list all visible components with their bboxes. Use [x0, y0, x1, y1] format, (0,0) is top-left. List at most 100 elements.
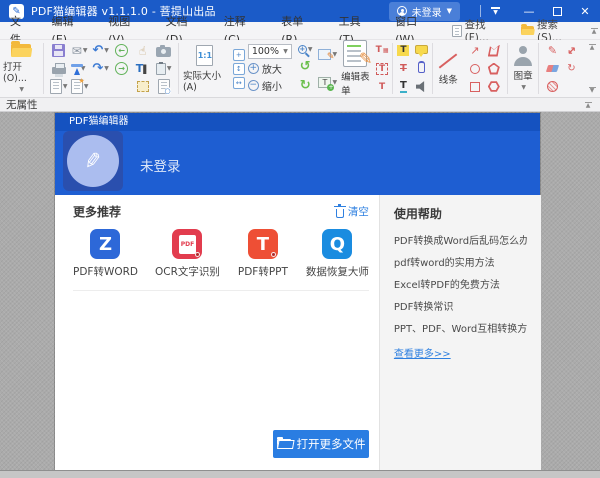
highlight-text-button[interactable]: T	[397, 45, 409, 56]
app-icon-glyph: T	[257, 234, 269, 255]
app-tile[interactable]: T PDF转PPT	[237, 229, 289, 279]
actual-size-label: 实际大小(A)	[183, 68, 227, 93]
paste-button[interactable]: ▼	[156, 63, 172, 75]
menubar-scroll-icon[interactable]: ▲	[588, 28, 600, 34]
banner-login-status[interactable]: 未登录	[140, 155, 181, 175]
edit-form-label: 编辑表单	[341, 69, 370, 97]
help-link[interactable]: PPT、PDF、Word互相转换方法	[394, 320, 527, 335]
text-box-button[interactable]: T	[376, 63, 388, 75]
actual-size-button[interactable]: 1:1 实际大小(A)	[183, 45, 227, 93]
toolbar-grid: ✉▼ ↶▼ ← ☝ ▼ ↷▼ → T ▼ ▼ ▼	[48, 42, 174, 96]
add-text-button[interactable]: T▼	[318, 77, 337, 88]
comment-group	[412, 40, 431, 97]
clear-button[interactable]: 清空	[336, 204, 369, 219]
hand-tool-button[interactable]: ☝	[139, 44, 146, 58]
collapse-arrow-icon: ▼	[493, 10, 498, 15]
marquee-zoom-button[interactable]: +▼	[298, 45, 313, 54]
text-markup-group: T T T	[394, 40, 412, 97]
avatar[interactable]: ✎	[63, 131, 123, 191]
pencil-draw-button[interactable]: ✎	[548, 45, 557, 57]
new-doc-button[interactable]: ▼	[71, 79, 89, 94]
redo-button[interactable]: ↷▼	[92, 63, 109, 75]
add-text-icon: T	[318, 77, 331, 88]
select-area-button[interactable]	[137, 81, 149, 92]
actual-size-group: 1:1 实际大小(A)	[180, 40, 230, 97]
app-tile[interactable]: Z PDF转WORD	[73, 229, 138, 279]
toolbar-scroll-up-icon[interactable]: ▲	[586, 44, 598, 50]
circle-shape-button[interactable]	[470, 64, 480, 74]
help-links: PDF转换成Word后乱码怎么办 pdf转word的实用方法 Excel转PDF的免…	[394, 232, 527, 335]
help-link[interactable]: pdf转word的实用方法	[394, 254, 527, 269]
eraser-button[interactable]	[546, 65, 559, 72]
underline-text-button[interactable]: T	[400, 81, 407, 93]
stamp-person-icon	[512, 46, 534, 66]
help-more-link[interactable]: 查看更多>>	[394, 345, 451, 360]
zoom-in-button[interactable]: + 放大	[248, 61, 292, 76]
open-button[interactable]: 打开(O)... ▼	[3, 44, 39, 93]
stamp-button[interactable]: 图章 ▼	[512, 46, 534, 91]
rotate-cw-button[interactable]: ↻	[300, 80, 311, 92]
zoom-value: 100%	[252, 46, 279, 57]
propsbar-collapse-icon[interactable]: ▲	[582, 102, 594, 108]
help-link[interactable]: PDF转换成Word后乱码怎么办	[394, 232, 527, 247]
toolbar: 打开(O)... ▼ ✉▼ ↶▼ ← ☝ ▼ ↷▼ → T ▼ ▼ ▼	[0, 40, 600, 98]
toolbar-scroll-down-icon[interactable]: ▼	[586, 87, 598, 93]
polygon-shape-button[interactable]	[488, 81, 500, 93]
help-link[interactable]: Excel转PDF的免费方法	[394, 276, 527, 291]
select-text-button[interactable]: T	[136, 62, 150, 75]
doc-search-button[interactable]	[158, 79, 170, 94]
menubar: 文件编辑(E)视图(V)文档(D)注释(C)表单(R)工具(T)窗口(W) 查找…	[0, 22, 600, 40]
app-tile[interactable]: PDF OCR文字识别	[155, 229, 220, 279]
document-area: PDF猫编辑器 ✎ 未登录 更多推荐 清空	[0, 112, 600, 470]
section-divider	[73, 290, 369, 291]
fit-width-icon[interactable]: +	[233, 49, 245, 61]
recommend-panel: 更多推荐 清空 Z	[55, 195, 379, 470]
line-group: 线条	[434, 40, 462, 97]
audio-comment-icon[interactable]	[416, 81, 428, 92]
edit-form-button[interactable]: 编辑表单	[341, 40, 370, 97]
undo-button[interactable]: ↶▼	[92, 45, 109, 57]
avatar-circle: ✎	[67, 135, 119, 187]
typewriter-button[interactable]: T	[379, 82, 385, 92]
measure-arrow-button[interactable]: ↔	[564, 43, 580, 59]
snapshot-camera-button[interactable]	[156, 45, 171, 57]
form-text-field-button[interactable]: T	[376, 45, 389, 56]
note-comment-icon[interactable]	[415, 45, 428, 54]
export-doc-button[interactable]: ▼	[50, 79, 68, 94]
fit-page-icon[interactable]: ↕	[233, 63, 245, 75]
edit-object-button[interactable]: ▼	[318, 49, 337, 60]
email-button[interactable]: ✉▼	[72, 44, 88, 58]
open-folder-icon	[11, 44, 31, 57]
forward-view-button[interactable]: →	[115, 62, 128, 75]
rectangle-shape-button[interactable]	[470, 82, 480, 92]
back-view-button[interactable]: ←	[115, 44, 128, 57]
rotate-ccw-button[interactable]: ↺	[300, 61, 311, 73]
edit-object-icon	[318, 49, 331, 60]
zoom-out-button[interactable]: − 缩小	[248, 78, 292, 93]
arrow-shape-button[interactable]: ↗	[470, 45, 479, 57]
collapse-toolbar-button[interactable]: ▼	[491, 7, 500, 15]
save-icon	[52, 44, 65, 57]
pentagon-shape-button[interactable]	[488, 63, 500, 75]
app-tile[interactable]: Q 数据恢复大师	[306, 229, 369, 279]
save-button[interactable]	[52, 44, 65, 57]
strikeout-text-button[interactable]: T	[400, 63, 407, 74]
cloud-shape-button[interactable]: ↻	[567, 63, 575, 75]
printer-icon	[52, 67, 66, 74]
sign-button[interactable]: ▼	[74, 63, 86, 75]
polyline-shape-button[interactable]	[488, 45, 500, 57]
hand-icon: ☝	[139, 44, 146, 58]
fit-visible-icon[interactable]: ↔	[233, 77, 245, 89]
hatched-circle-button[interactable]	[547, 81, 558, 92]
chevron-down-icon: ▼	[447, 7, 452, 15]
help-link[interactable]: PDF转换常识	[394, 298, 527, 313]
help-heading: 使用帮助	[394, 205, 527, 222]
open-group: 打开(O)... ▼	[0, 40, 42, 97]
open-folder-icon	[277, 439, 291, 449]
trash-icon	[336, 209, 344, 218]
open-more-files-button[interactable]: 打开更多文件	[273, 430, 369, 458]
print-button[interactable]	[52, 63, 66, 74]
attachment-icon[interactable]	[418, 61, 425, 73]
line-tool-button[interactable]: 线条	[437, 52, 459, 86]
zoom-level-combobox[interactable]: 100% ▼	[248, 44, 292, 59]
